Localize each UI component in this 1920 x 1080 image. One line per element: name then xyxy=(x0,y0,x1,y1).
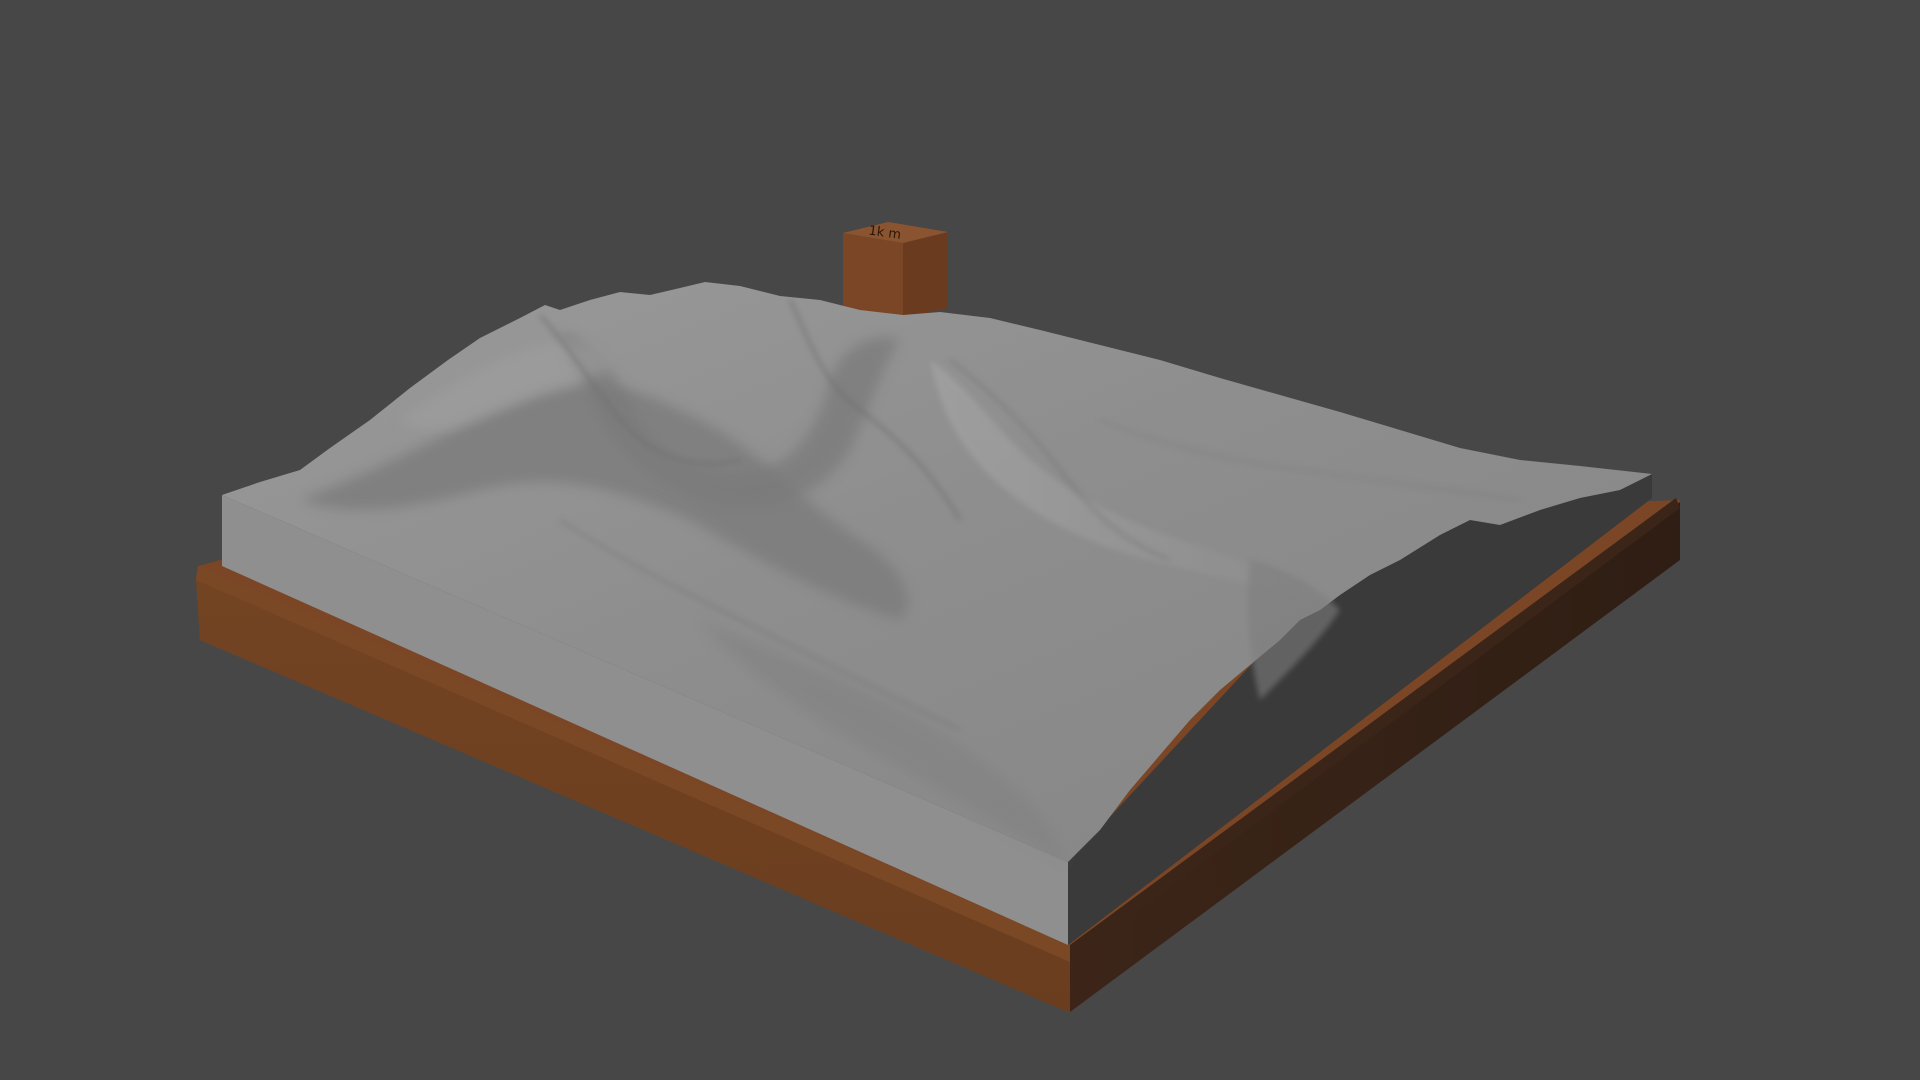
label-block-side xyxy=(903,232,948,318)
scale-label-block: 1k m xyxy=(843,222,948,318)
terrain-model-scene: 1k m xyxy=(196,222,1680,1012)
3d-viewport[interactable]: 1k m xyxy=(0,0,1920,1080)
label-block-front xyxy=(843,233,903,318)
